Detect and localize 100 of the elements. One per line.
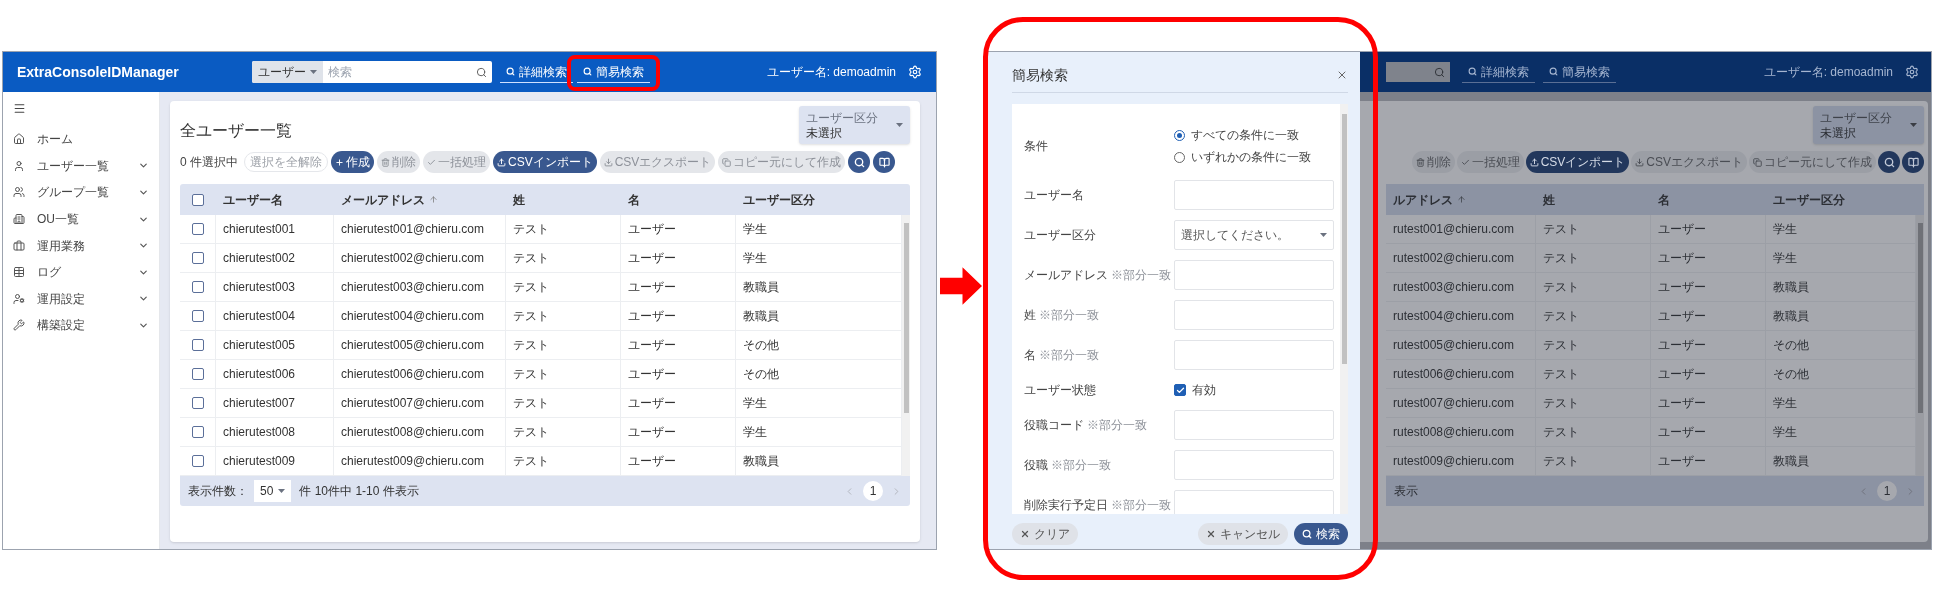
text-field[interactable] (1174, 340, 1334, 370)
column-header[interactable]: 名 (621, 190, 736, 209)
scrollbar[interactable] (1916, 215, 1924, 476)
menu-icon[interactable] (13, 102, 26, 115)
table-cell: テスト (506, 360, 621, 388)
text-field[interactable] (1174, 180, 1334, 210)
book-icon (878, 156, 890, 168)
sidebar-item[interactable]: OU一覧 (3, 205, 159, 233)
checkbox[interactable] (1174, 384, 1186, 396)
radio-option[interactable]: すべての条件に一致 (1174, 124, 1311, 146)
sidebar-item[interactable]: 運用業務 (3, 232, 159, 259)
header-link[interactable]: 簡易検索 (577, 61, 650, 83)
search-button[interactable] (848, 151, 871, 173)
table-cell: ユーザー (621, 331, 736, 359)
text-field[interactable] (1174, 490, 1334, 514)
close-icon[interactable] (1336, 69, 1348, 81)
field-label: 役職コード (1024, 417, 1084, 434)
field-note: ※部分一致 (1111, 267, 1171, 284)
column-header[interactable]: ユーザー区分 (1766, 190, 1924, 209)
page-button[interactable]: 1 (1877, 481, 1897, 501)
list-icon (13, 266, 25, 279)
checkbox-option[interactable]: 有効 (1174, 381, 1216, 399)
page-size-select[interactable]: 50 (254, 480, 292, 502)
sidebar-item[interactable]: ログ (3, 258, 159, 286)
table-cell: chierutest007 (216, 389, 334, 417)
column-header[interactable]: メールアドレス (334, 190, 506, 209)
search-input[interactable]: 検索 (323, 61, 476, 83)
cancel-button[interactable]: キャンセル (1198, 523, 1288, 545)
field-label: ユーザー区分 (1024, 227, 1096, 244)
checkbox[interactable] (191, 397, 204, 409)
radio-option[interactable]: いずれかの条件に一致 (1174, 146, 1311, 168)
page-button[interactable]: 1 (863, 481, 883, 501)
table-cell: ユーザー (1651, 302, 1766, 330)
scrollbar[interactable] (1340, 104, 1348, 514)
checkbox[interactable] (191, 455, 204, 467)
table-cell: chierutest004 (216, 302, 334, 330)
checkbox[interactable] (191, 368, 204, 380)
user-type-select[interactable]: ユーザー区分 未選択 (1813, 106, 1924, 144)
table-cell: テスト (506, 418, 621, 446)
table-cell: rutest003@chieru.com (1386, 273, 1536, 301)
field-label: メールアドレス (1024, 267, 1108, 284)
user-name: ユーザー名: demoadmin (766, 64, 896, 81)
table-cell: テスト (506, 273, 621, 301)
table-cell: chierutest003 (216, 273, 334, 301)
text-field[interactable] (1174, 410, 1334, 440)
search-field[interactable]: ユーザー 検索 (252, 61, 492, 83)
user-type-select[interactable]: ユーザー区分 未選択 (799, 106, 910, 144)
close-icon (1206, 529, 1216, 539)
column-header[interactable]: ユーザー名 (216, 190, 334, 209)
header-link[interactable]: 簡易検索 (1543, 61, 1616, 83)
checkbox[interactable] (191, 339, 204, 351)
sidebar-item[interactable]: 構築設定 (3, 312, 159, 339)
field-label: 名 (1024, 347, 1036, 364)
column-header[interactable]: 姓 (506, 190, 621, 209)
field-note: ※部分一致 (1051, 457, 1111, 474)
checkbox[interactable] (191, 426, 204, 438)
checkbox[interactable] (191, 281, 204, 293)
search-button[interactable] (1878, 151, 1900, 173)
selection-count: 0 件選択中 (180, 154, 238, 171)
text-field[interactable] (1174, 260, 1334, 290)
trash-icon (1415, 157, 1425, 167)
sidebar-item[interactable]: グループ一覧 (3, 179, 159, 206)
book-button[interactable] (1902, 151, 1924, 173)
search-icon (506, 67, 515, 76)
clear-button[interactable]: クリア (1012, 523, 1078, 545)
sidebar-item[interactable]: ホーム (3, 126, 159, 153)
book-button[interactable] (873, 151, 896, 173)
table-cell: テスト (1536, 244, 1651, 272)
column-header[interactable]: 姓 (1536, 190, 1651, 209)
table-cell: chierutest003@chieru.com (334, 273, 506, 301)
csv-import-button[interactable]: CSVインポート (493, 151, 597, 173)
create-button[interactable]: 作成 (331, 151, 374, 173)
checkbox[interactable] (191, 223, 204, 235)
page-size-label: 表示件数： (188, 483, 248, 500)
table-cell: chierutest001 (216, 215, 334, 243)
checkbox[interactable] (191, 310, 204, 322)
column-header[interactable]: ルアドレス (1386, 190, 1536, 209)
checkbox[interactable] (192, 193, 204, 206)
checkbox[interactable] (191, 252, 204, 264)
header-link[interactable]: 詳細検索 (1462, 61, 1535, 83)
column-header[interactable]: 名 (1651, 190, 1766, 209)
sidebar-item[interactable]: 運用設定 (3, 285, 159, 313)
upload-icon (1529, 157, 1539, 167)
search-submit-button[interactable]: 検索 (1294, 523, 1348, 545)
search-icon (476, 66, 487, 78)
sidebar-item[interactable]: ユーザー一覧 (3, 152, 159, 180)
settings-icon[interactable] (1905, 65, 1919, 79)
table-cell: rutest001@chieru.com (1386, 215, 1536, 243)
scope-dropdown[interactable]: ユーザー (252, 61, 323, 83)
column-header[interactable]: ユーザー区分 (736, 190, 910, 209)
select-field[interactable]: 選択してください。 (1174, 220, 1334, 250)
text-field[interactable] (1174, 450, 1334, 480)
table-cell: テスト (1536, 389, 1651, 417)
scrollbar[interactable] (902, 215, 910, 476)
csv-import-button[interactable]: CSVインポート (1525, 151, 1630, 173)
header-link[interactable]: 詳細検索 (500, 61, 573, 83)
search-icon (1549, 67, 1558, 76)
text-field[interactable] (1174, 300, 1334, 330)
search-field[interactable] (1386, 62, 1450, 82)
table-cell: テスト (506, 447, 621, 475)
